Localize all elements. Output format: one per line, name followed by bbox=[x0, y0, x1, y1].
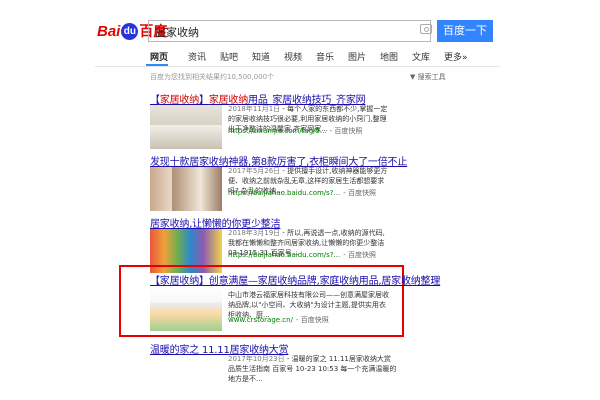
result-3-url[interactable]: https://baijiahao.baidu.com/s?... - 百度快照 bbox=[228, 250, 376, 260]
result-2-thumbnail[interactable] bbox=[150, 167, 222, 211]
tab-news[interactable]: 资讯 bbox=[188, 50, 206, 63]
url-text: www.crstorage.cn/ bbox=[228, 316, 293, 324]
result-1-thumbnail[interactable] bbox=[150, 105, 222, 149]
result-4-thumbnail[interactable] bbox=[150, 287, 222, 331]
nav-tabs: 网页 资讯 贴吧 知道 视频 音乐 图片 地图 文库 更多» bbox=[150, 50, 500, 64]
tab-images[interactable]: 图片 bbox=[348, 50, 366, 63]
result-date: 2017年10月23日 bbox=[228, 355, 285, 363]
paw-icon: du bbox=[121, 22, 139, 40]
result-date: 2018年11月1日 bbox=[228, 105, 281, 113]
result-5-abstract: 2017年10月23日 - 温暖的家之 11.11居家收纳大赏 品质生活指南 百… bbox=[228, 354, 398, 384]
search-input[interactable]: 居家收纳 bbox=[148, 20, 431, 42]
result-4-url[interactable]: www.crstorage.cn/- 百度快照 bbox=[228, 315, 329, 325]
snapshot-link[interactable]: - 百度快照 bbox=[296, 316, 329, 324]
result-4-title[interactable]: 【家居收纳】创意满屋—家居收纳品牌,家庭收纳用品,居家收纳整理 bbox=[150, 272, 440, 287]
snapshot-link[interactable]: - 百度快照 bbox=[343, 189, 376, 197]
tab-video[interactable]: 视频 bbox=[284, 50, 302, 63]
snapshot-link[interactable]: - 百度快照 bbox=[343, 251, 376, 259]
search-button[interactable]: 百度一下 bbox=[437, 20, 493, 42]
tab-tieba[interactable]: 贴吧 bbox=[220, 50, 238, 63]
camera-icon[interactable] bbox=[420, 24, 432, 34]
result-1-url[interactable]: https://zixun.jia.com/tag/5... - 百度快照 bbox=[228, 126, 362, 136]
result-count: 百度为您找到相关结果约10,500,000个 bbox=[150, 73, 275, 81]
url-text: https://baijiahao.baidu.com/s?... bbox=[228, 189, 341, 197]
snapshot-link[interactable]: - 百度快照 bbox=[330, 127, 363, 135]
result-date: 2017年5月26日 bbox=[228, 167, 281, 175]
result-2-url[interactable]: https://baijiahao.baidu.com/s?... - 百度快照 bbox=[228, 188, 376, 198]
tab-zhidao[interactable]: 知道 bbox=[252, 50, 270, 63]
tab-web[interactable]: 网页 bbox=[150, 50, 168, 63]
tab-map[interactable]: 地图 bbox=[380, 50, 398, 63]
logo-text: Bai bbox=[97, 22, 121, 40]
tab-more[interactable]: 更多» bbox=[444, 50, 468, 63]
result-date: 2018年3月19日 bbox=[228, 229, 281, 237]
url-text: https://zixun.jia.com/tag/5... bbox=[228, 127, 327, 135]
tabs-divider bbox=[95, 66, 500, 67]
tab-music[interactable]: 音乐 bbox=[316, 50, 334, 63]
filter-icon: ▼ bbox=[410, 73, 416, 81]
tab-wenku[interactable]: 文库 bbox=[412, 50, 430, 63]
url-text: https://baijiahao.baidu.com/s?... bbox=[228, 251, 341, 259]
search-tools-label: 搜索工具 bbox=[417, 73, 446, 81]
search-tools-button[interactable]: ▼ 搜索工具 bbox=[410, 72, 446, 82]
